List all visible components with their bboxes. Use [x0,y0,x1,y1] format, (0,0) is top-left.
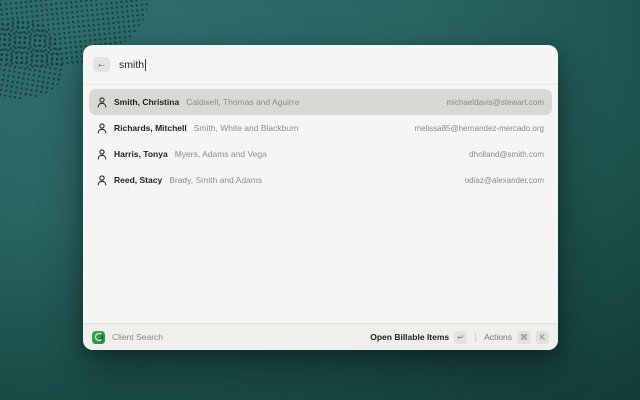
person-icon [97,123,107,134]
result-row-richards-mitchell[interactable]: Richards, Mitchell Smith, White and Blac… [89,115,552,141]
result-row-smith-christina[interactable]: Smith, Christina Caldwell, Thomas and Ag… [89,89,552,115]
search-bar: ← smith [83,45,558,85]
person-icon [97,97,107,108]
client-company: Smith, White and Blackburn [194,123,299,133]
client-name: Richards, Mitchell [114,123,187,133]
empty-results-area [83,193,558,323]
footer-divider [475,333,476,342]
person-icon [97,149,107,160]
client-company: Myers, Adams and Vega [175,149,267,159]
search-input[interactable]: smith [119,59,146,71]
result-row-harris-tonya[interactable]: Harris, Tonya Myers, Adams and Vega dhol… [89,141,552,167]
footer-bar: Client Search Open Billable Items ↵ Acti… [83,323,558,350]
client-email: melissa85@hernandez-mercado.org [414,124,544,133]
client-name: Smith, Christina [114,97,179,107]
client-email: dholland@smith.com [469,150,544,159]
client-name: Reed, Stacy [114,175,162,185]
client-company: Brady, Smith and Adams [169,175,262,185]
client-name: Harris, Tonya [114,149,168,159]
footer-app-name: Client Search [112,332,163,342]
client-email: odiaz@alexander.com [465,176,544,185]
wallpaper-dot-texture [0,13,70,107]
client-company: Caldwell, Thomas and Aguirre [186,97,299,107]
results-list: Smith, Christina Caldwell, Thomas and Ag… [83,85,558,193]
text-caret [145,59,146,71]
open-billable-items-button[interactable]: Open Billable Items [370,332,449,342]
person-icon [97,175,107,186]
k-key-icon: K [536,331,549,344]
search-query-text: smith [119,59,144,71]
client-email: michaeldavis@stewart.com [447,98,544,107]
actions-button[interactable]: Actions [484,332,512,342]
back-arrow-icon: ← [97,60,107,70]
command-palette-window: ← smith Smith, Christina Caldwell, Thoma… [83,45,558,350]
command-key-icon: ⌘ [517,331,531,344]
footer-actions: Open Billable Items ↵ Actions ⌘ K [370,331,549,344]
enter-key-icon: ↵ [454,331,467,344]
result-row-reed-stacy[interactable]: Reed, Stacy Brady, Smith and Adams odiaz… [89,167,552,193]
app-logo-icon [92,331,105,344]
back-button[interactable]: ← [93,57,110,72]
